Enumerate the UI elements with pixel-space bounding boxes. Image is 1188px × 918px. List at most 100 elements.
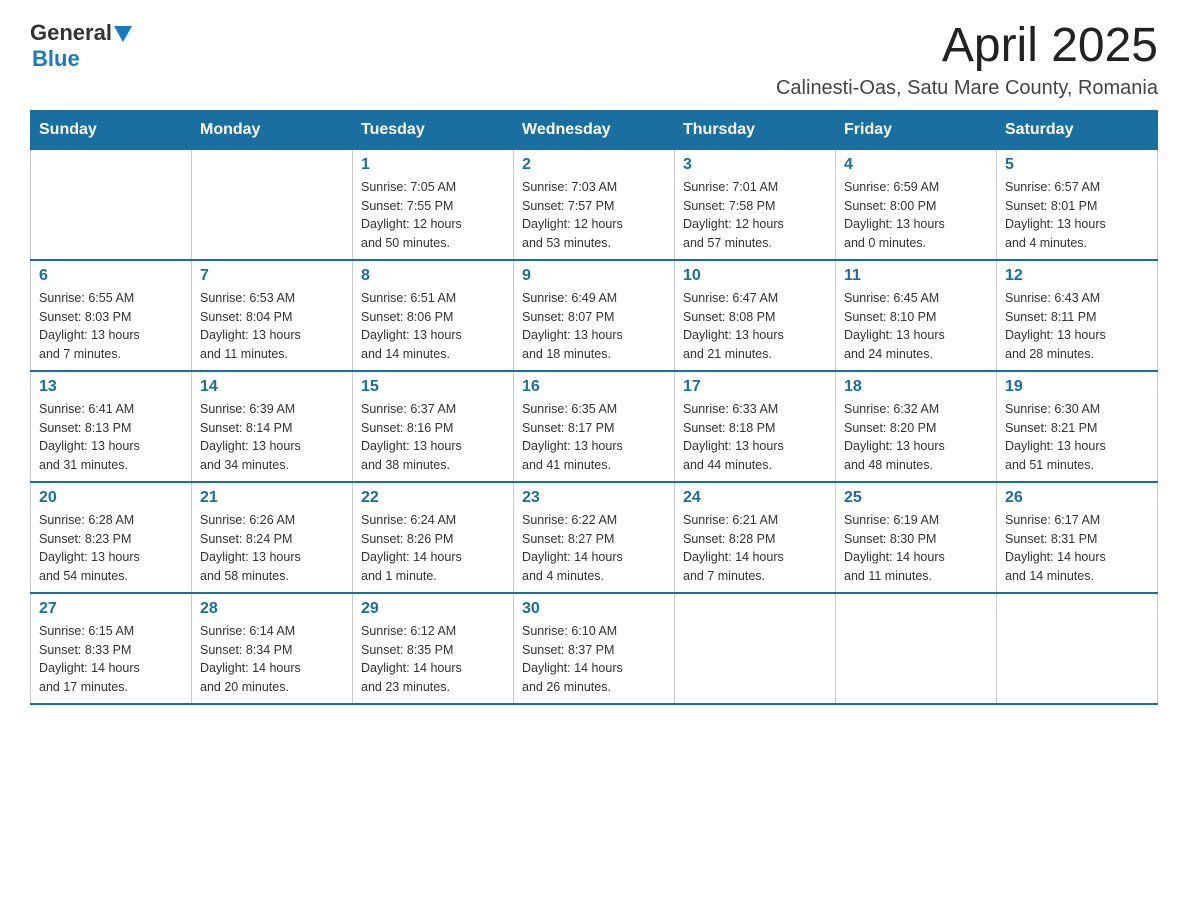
day-number: 20 bbox=[39, 489, 183, 507]
calendar-cell: 8 Sunrise: 6:51 AM Sunset: 8:06 PM Daylig… bbox=[353, 260, 514, 371]
calendar-cell: 17Sunrise: 6:33 AM Sunset: 8:18 PM Dayli… bbox=[675, 371, 836, 482]
day-info: Sunrise: 6:28 AM Sunset: 8:23 PM Dayligh… bbox=[39, 511, 183, 586]
column-header-tuesday: Tuesday bbox=[353, 110, 514, 149]
calendar-cell: 25 Sunrise: 6:19 AM Sunset: 8:30 PM Dayli… bbox=[836, 482, 997, 593]
calendar-cell: 1 Sunrise: 7:05 AM Sunset: 7:55 PM Daylig… bbox=[353, 149, 514, 260]
day-info: Sunrise: 6:19 AM Sunset: 8:30 PM Dayligh… bbox=[844, 511, 988, 586]
calendar-cell: 6Sunrise: 6:55 AM Sunset: 8:03 PM Daylig… bbox=[31, 260, 192, 371]
calendar-cell bbox=[836, 593, 997, 704]
day-number: 10 bbox=[683, 267, 827, 285]
calendar-cell: 4Sunrise: 6:59 AM Sunset: 8:00 PM Daylig… bbox=[836, 149, 997, 260]
column-header-friday: Friday bbox=[836, 110, 997, 149]
calendar-cell: 30 Sunrise: 6:10 AM Sunset: 8:37 PM Dayli… bbox=[514, 593, 675, 704]
day-number: 1 bbox=[361, 156, 505, 174]
calendar-cell: 18Sunrise: 6:32 AM Sunset: 8:20 PM Dayli… bbox=[836, 371, 997, 482]
day-number: 23 bbox=[522, 489, 666, 507]
day-number: 2 bbox=[522, 156, 666, 174]
day-number: 15 bbox=[361, 378, 505, 396]
logo-general: General bbox=[30, 20, 112, 46]
day-number: 24 bbox=[683, 489, 827, 507]
day-info: Sunrise: 6:21 AM Sunset: 8:28 PM Dayligh… bbox=[683, 511, 827, 586]
day-number: 19 bbox=[1005, 378, 1149, 396]
day-number: 13 bbox=[39, 378, 183, 396]
calendar-cell: 19 Sunrise: 6:30 AM Sunset: 8:21 PM Dayli… bbox=[997, 371, 1158, 482]
day-info: Sunrise: 6:47 AM Sunset: 8:08 PM Dayligh… bbox=[683, 289, 827, 364]
day-number: 12 bbox=[1005, 267, 1149, 285]
day-info: Sunrise: 6:37 AM Sunset: 8:16 PM Dayligh… bbox=[361, 400, 505, 475]
calendar-cell: 11 Sunrise: 6:45 AM Sunset: 8:10 PM Dayli… bbox=[836, 260, 997, 371]
day-info: Sunrise: 6:26 AM Sunset: 8:24 PM Dayligh… bbox=[200, 511, 344, 586]
calendar-title: April 2025 bbox=[776, 20, 1158, 73]
calendar-cell: 7 Sunrise: 6:53 AM Sunset: 8:04 PM Daylig… bbox=[192, 260, 353, 371]
day-number: 26 bbox=[1005, 489, 1149, 507]
day-number: 6 bbox=[39, 267, 183, 285]
day-number: 22 bbox=[361, 489, 505, 507]
day-number: 4 bbox=[844, 156, 988, 174]
day-number: 14 bbox=[200, 378, 344, 396]
day-number: 27 bbox=[39, 600, 183, 618]
page-header: General Blue April 2025 Calinesti-Oas, S… bbox=[30, 20, 1158, 100]
day-info: Sunrise: 6:53 AM Sunset: 8:04 PM Dayligh… bbox=[200, 289, 344, 364]
day-info: Sunrise: 6:10 AM Sunset: 8:37 PM Dayligh… bbox=[522, 622, 666, 697]
day-info: Sunrise: 6:57 AM Sunset: 8:01 PM Dayligh… bbox=[1005, 178, 1149, 253]
calendar-cell: 23Sunrise: 6:22 AM Sunset: 8:27 PM Dayli… bbox=[514, 482, 675, 593]
day-number: 9 bbox=[522, 267, 666, 285]
day-number: 7 bbox=[200, 267, 344, 285]
day-number: 8 bbox=[361, 267, 505, 285]
calendar-table: SundayMondayTuesdayWednesdayThursdayFrid… bbox=[30, 110, 1158, 705]
title-block: April 2025 Calinesti-Oas, Satu Mare Coun… bbox=[776, 20, 1158, 100]
week-row-1: 1 Sunrise: 7:05 AM Sunset: 7:55 PM Daylig… bbox=[31, 149, 1158, 260]
calendar-cell bbox=[192, 149, 353, 260]
calendar-cell: 14 Sunrise: 6:39 AM Sunset: 8:14 PM Dayli… bbox=[192, 371, 353, 482]
day-number: 25 bbox=[844, 489, 988, 507]
day-number: 11 bbox=[844, 267, 988, 285]
day-info: Sunrise: 6:41 AM Sunset: 8:13 PM Dayligh… bbox=[39, 400, 183, 475]
calendar-header-row: SundayMondayTuesdayWednesdayThursdayFrid… bbox=[31, 110, 1158, 149]
calendar-cell: 26 Sunrise: 6:17 AM Sunset: 8:31 PM Dayli… bbox=[997, 482, 1158, 593]
day-number: 29 bbox=[361, 600, 505, 618]
calendar-cell: 13 Sunrise: 6:41 AM Sunset: 8:13 PM Dayli… bbox=[31, 371, 192, 482]
day-number: 28 bbox=[200, 600, 344, 618]
calendar-cell: 2 Sunrise: 7:03 AM Sunset: 7:57 PM Daylig… bbox=[514, 149, 675, 260]
calendar-cell: 12 Sunrise: 6:43 AM Sunset: 8:11 PM Dayli… bbox=[997, 260, 1158, 371]
calendar-cell bbox=[675, 593, 836, 704]
calendar-cell: 27 Sunrise: 6:15 AM Sunset: 8:33 PM Dayli… bbox=[31, 593, 192, 704]
day-info: Sunrise: 7:01 AM Sunset: 7:58 PM Dayligh… bbox=[683, 178, 827, 253]
day-number: 16 bbox=[522, 378, 666, 396]
day-info: Sunrise: 6:30 AM Sunset: 8:21 PM Dayligh… bbox=[1005, 400, 1149, 475]
day-info: Sunrise: 6:24 AM Sunset: 8:26 PM Dayligh… bbox=[361, 511, 505, 586]
day-info: Sunrise: 6:43 AM Sunset: 8:11 PM Dayligh… bbox=[1005, 289, 1149, 364]
day-info: Sunrise: 6:14 AM Sunset: 8:34 PM Dayligh… bbox=[200, 622, 344, 697]
week-row-5: 27 Sunrise: 6:15 AM Sunset: 8:33 PM Dayli… bbox=[31, 593, 1158, 704]
day-info: Sunrise: 6:45 AM Sunset: 8:10 PM Dayligh… bbox=[844, 289, 988, 364]
day-info: Sunrise: 7:03 AM Sunset: 7:57 PM Dayligh… bbox=[522, 178, 666, 253]
calendar-cell bbox=[997, 593, 1158, 704]
calendar-cell: 5 Sunrise: 6:57 AM Sunset: 8:01 PM Daylig… bbox=[997, 149, 1158, 260]
week-row-2: 6Sunrise: 6:55 AM Sunset: 8:03 PM Daylig… bbox=[31, 260, 1158, 371]
logo: General Blue bbox=[30, 20, 132, 72]
calendar-cell: 10 Sunrise: 6:47 AM Sunset: 8:08 PM Dayli… bbox=[675, 260, 836, 371]
calendar-cell: 16Sunrise: 6:35 AM Sunset: 8:17 PM Dayli… bbox=[514, 371, 675, 482]
calendar-cell: 21Sunrise: 6:26 AM Sunset: 8:24 PM Dayli… bbox=[192, 482, 353, 593]
day-info: Sunrise: 6:15 AM Sunset: 8:33 PM Dayligh… bbox=[39, 622, 183, 697]
calendar-cell: 3Sunrise: 7:01 AM Sunset: 7:58 PM Daylig… bbox=[675, 149, 836, 260]
day-info: Sunrise: 6:17 AM Sunset: 8:31 PM Dayligh… bbox=[1005, 511, 1149, 586]
day-info: Sunrise: 6:39 AM Sunset: 8:14 PM Dayligh… bbox=[200, 400, 344, 475]
day-number: 17 bbox=[683, 378, 827, 396]
day-info: Sunrise: 6:32 AM Sunset: 8:20 PM Dayligh… bbox=[844, 400, 988, 475]
day-info: Sunrise: 6:51 AM Sunset: 8:06 PM Dayligh… bbox=[361, 289, 505, 364]
day-info: Sunrise: 7:05 AM Sunset: 7:55 PM Dayligh… bbox=[361, 178, 505, 253]
calendar-cell: 24 Sunrise: 6:21 AM Sunset: 8:28 PM Dayli… bbox=[675, 482, 836, 593]
week-row-3: 13 Sunrise: 6:41 AM Sunset: 8:13 PM Dayli… bbox=[31, 371, 1158, 482]
calendar-cell bbox=[31, 149, 192, 260]
day-number: 5 bbox=[1005, 156, 1149, 174]
column-header-saturday: Saturday bbox=[997, 110, 1158, 149]
logo-blue: Blue bbox=[32, 46, 80, 71]
column-header-sunday: Sunday bbox=[31, 110, 192, 149]
calendar-subtitle: Calinesti-Oas, Satu Mare County, Romania bbox=[776, 77, 1158, 100]
day-info: Sunrise: 6:12 AM Sunset: 8:35 PM Dayligh… bbox=[361, 622, 505, 697]
column-header-monday: Monday bbox=[192, 110, 353, 149]
day-number: 30 bbox=[522, 600, 666, 618]
calendar-cell: 9 Sunrise: 6:49 AM Sunset: 8:07 PM Daylig… bbox=[514, 260, 675, 371]
day-info: Sunrise: 6:49 AM Sunset: 8:07 PM Dayligh… bbox=[522, 289, 666, 364]
